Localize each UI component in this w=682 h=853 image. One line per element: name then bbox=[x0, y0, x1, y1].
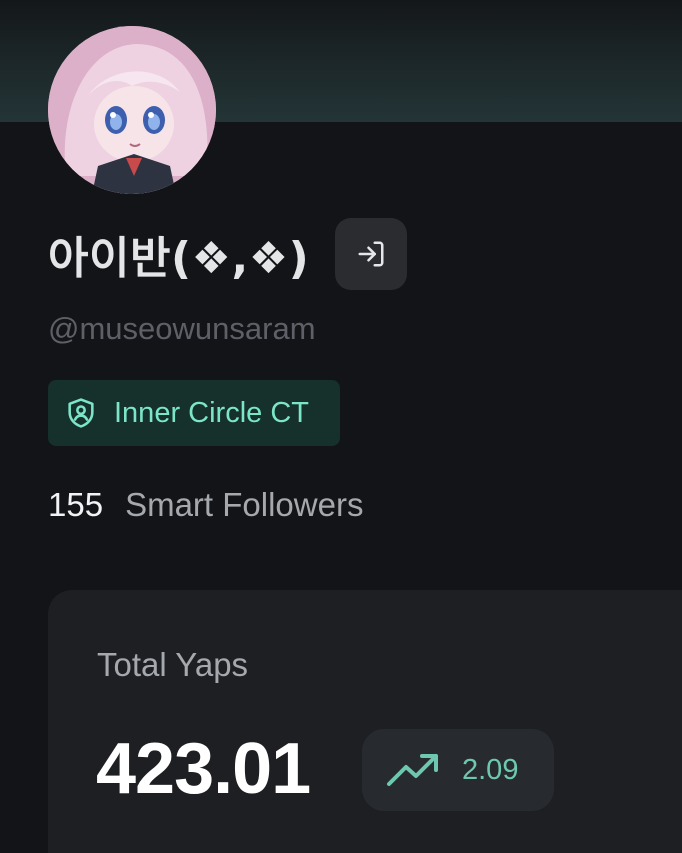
login-button[interactable] bbox=[335, 218, 408, 290]
card-title: Total Yaps bbox=[97, 646, 249, 683]
anime-character-avatar-icon bbox=[48, 26, 216, 194]
name-row: 아이반(❖,❖) bbox=[48, 218, 408, 290]
badge-label: Inner Circle CT bbox=[114, 396, 309, 429]
shield-user-icon bbox=[68, 398, 94, 428]
smart-followers[interactable]: 155 Smart Followers bbox=[48, 486, 363, 524]
yaps-change-pill: 2.09 bbox=[362, 729, 554, 811]
total-yaps-card: Total Yaps 423.01 2.09 bbox=[48, 590, 682, 853]
inner-circle-badge[interactable]: Inner Circle CT bbox=[48, 380, 340, 446]
display-name: 아이반(❖,❖) bbox=[48, 233, 310, 284]
yaps-value: 423.01 bbox=[96, 729, 311, 809]
yaps-change-value: 2.09 bbox=[462, 753, 519, 786]
profile-page: 아이반(❖,❖) @museowunsaram Inner Circle CT … bbox=[0, 0, 682, 853]
followers-label: Smart Followers bbox=[125, 486, 364, 523]
avatar[interactable] bbox=[48, 26, 216, 194]
followers-count: 155 bbox=[48, 486, 104, 523]
trending-up-icon bbox=[387, 754, 438, 786]
log-in-icon bbox=[358, 241, 384, 267]
user-handle: @museowunsaram bbox=[48, 311, 316, 346]
